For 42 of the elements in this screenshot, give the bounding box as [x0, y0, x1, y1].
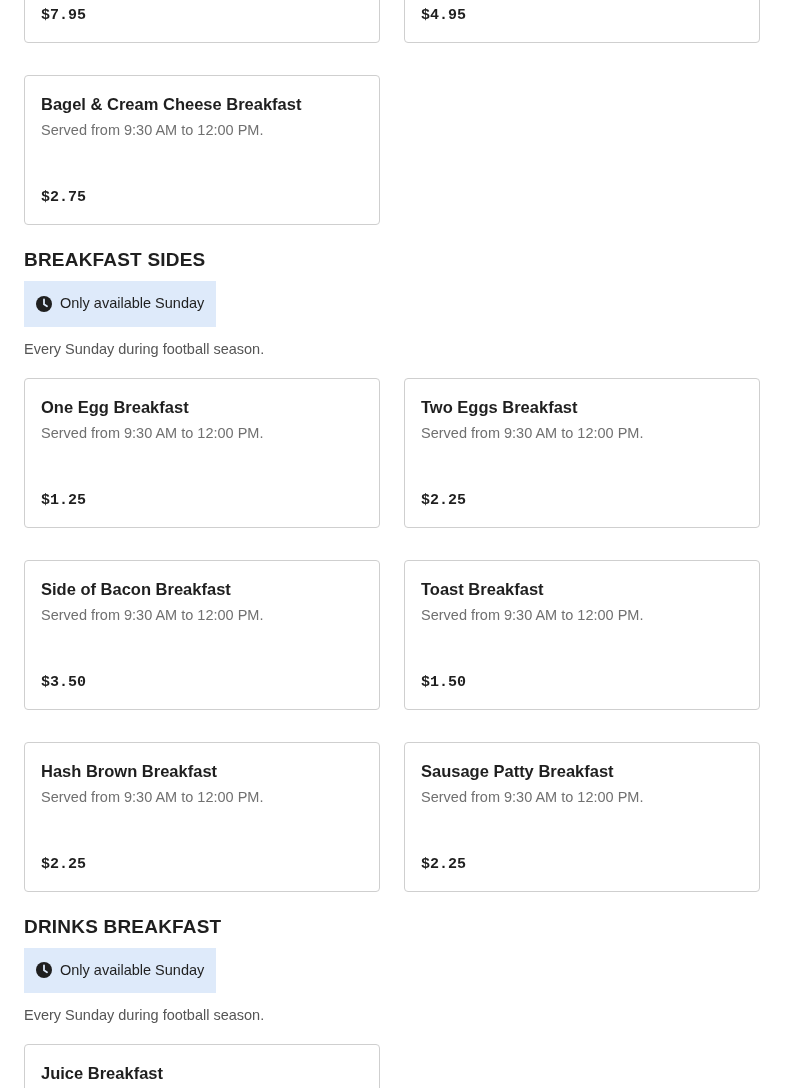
section-heading: BREAKFAST SIDES — [24, 248, 207, 272]
item-price: $3.50 — [41, 672, 87, 693]
item-name: One Egg Breakfast — [41, 396, 190, 418]
menu-item-card[interactable]: Side of Bacon Breakfast Served from 9:30 AM to 12:00 PM. $3.50 — [24, 559, 380, 710]
section-note: Every Sunday during football season. — [24, 339, 266, 359]
menu-item-card[interactable]: Sausage Patty Breakfast Served from 9:30 AM to 12:00 PM. $2.25 — [404, 741, 760, 892]
item-name: Bagel & Cream Cheese Breakfast — [41, 94, 303, 115]
item-name: Two Eggs Breakfast — [421, 396, 579, 418]
clock-icon — [36, 295, 52, 312]
menu-item-card[interactable]: Hash Brown Breakfast Served from 9:30 AM to 12:00 PM. $2.25 — [24, 741, 380, 892]
section-heading: DRINKS BREAKFAST — [24, 914, 223, 939]
item-name: Sausage Patty Breakfast — [421, 760, 615, 782]
menu-item-card[interactable]: Toast Breakfast Served from 9:30 AM to 12:00 PM. $1.50 — [404, 559, 760, 710]
item-description: Served from 9:30 AM to 12:00 PM. — [421, 605, 645, 625]
item-name: Juice Breakfast — [41, 1063, 164, 1084]
item-description: Served from 9:30 AM to 12:00 PM. — [421, 423, 645, 443]
item-price: $4.95 — [421, 6, 467, 26]
availability-text: Only available Sunday — [60, 294, 205, 313]
clock-icon — [36, 962, 52, 979]
item-price: $2.25 — [421, 854, 467, 875]
menu-item-card[interactable]: One Egg Breakfast Served from 9:30 AM to 12:00 PM. $1.25 — [24, 377, 380, 528]
item-price: $1.25 — [41, 490, 87, 511]
menu-item-card[interactable]: Two Eggs Breakfast Served from 9:30 AM to 12:00 PM. $2.25 — [404, 377, 760, 528]
item-name: Toast Breakfast — [421, 578, 545, 600]
menu-item-card[interactable]: $7.95 — [24, 0, 380, 43]
item-description: Served from 9:30 AM to 12:00 PM. — [421, 787, 645, 807]
item-price: $2.25 — [41, 854, 87, 875]
item-price: $7.95 — [41, 6, 87, 26]
menu-item-card[interactable]: Juice Breakfast — [24, 1044, 380, 1088]
item-description: Served from 9:30 AM to 12:00 PM. — [41, 121, 265, 140]
item-description: Served from 9:30 AM to 12:00 PM. — [41, 605, 265, 625]
item-price: $2.25 — [421, 490, 467, 511]
availability-text: Only available Sunday — [60, 960, 205, 980]
item-description: Served from 9:30 AM to 12:00 PM. — [41, 787, 265, 807]
item-price: $2.75 — [41, 188, 87, 208]
item-name: Hash Brown Breakfast — [41, 760, 219, 782]
menu-item-card[interactable]: $4.95 — [404, 0, 760, 43]
menu-item-card[interactable]: Bagel & Cream Cheese Breakfast Served from 9:30 AM to 12:00 PM. $2.75 — [24, 75, 380, 225]
item-name: Side of Bacon Breakfast — [41, 578, 232, 600]
item-price: $1.50 — [421, 672, 467, 693]
item-description: Served from 9:30 AM to 12:00 PM. — [41, 423, 265, 443]
section-note: Every Sunday during football season. — [24, 1006, 266, 1026]
